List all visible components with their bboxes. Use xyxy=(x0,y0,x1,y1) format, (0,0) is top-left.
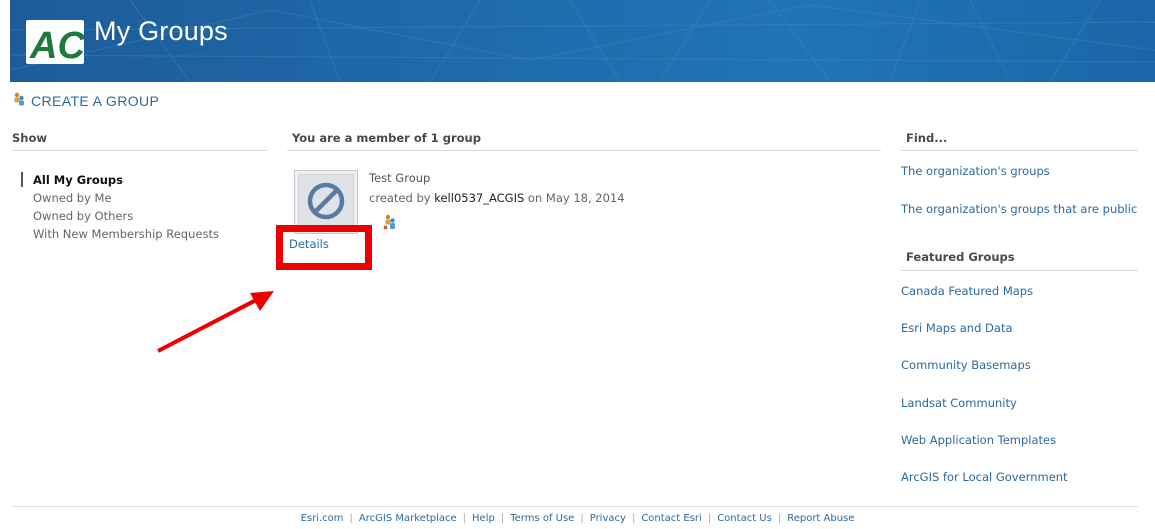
footer-link-contact-esri[interactable]: Contact Esri xyxy=(641,513,702,524)
no-image-icon xyxy=(306,181,346,224)
featured-community-basemaps[interactable]: Community Basemaps xyxy=(901,358,1031,372)
create-group-label: CREATE A GROUP xyxy=(31,92,160,109)
footer-link-marketplace[interactable]: ArcGIS Marketplace xyxy=(359,513,457,524)
footer-separator: | xyxy=(349,513,353,524)
footer-separator: | xyxy=(580,513,584,524)
find-heading: Find... xyxy=(906,131,948,145)
main-divider xyxy=(287,150,881,151)
red-arrow-icon xyxy=(157,291,274,353)
show-heading: Show xyxy=(12,131,47,145)
footer-link-report-abuse[interactable]: Report Abuse xyxy=(787,513,854,524)
featured-local-government[interactable]: ArcGIS for Local Government xyxy=(901,470,1068,484)
footer-link-terms[interactable]: Terms of Use xyxy=(510,513,574,524)
group-created-info: created by kell0537_ACGIS on May 18, 201… xyxy=(369,191,625,205)
page-title: My Groups xyxy=(94,16,228,46)
footer-separator: | xyxy=(707,513,712,524)
member-count-heading: You are a member of 1 group xyxy=(292,131,481,145)
show-divider xyxy=(12,150,267,151)
nav-all-my-groups[interactable]: All My Groups xyxy=(33,171,219,189)
footer-separator: | xyxy=(777,513,782,524)
footer-link-contact-us[interactable]: Contact Us xyxy=(717,513,772,524)
featured-divider xyxy=(901,270,1138,271)
date-prefix: on xyxy=(527,191,543,205)
nav-owned-by-me[interactable]: Owned by Me xyxy=(33,189,219,207)
find-org-groups-link[interactable]: The organization's groups xyxy=(901,164,1050,178)
ac-logo: AC xyxy=(26,20,85,67)
featured-web-app-templates[interactable]: Web Application Templates xyxy=(901,433,1056,447)
footer-separator: | xyxy=(500,513,505,524)
featured-canada-maps[interactable]: Canada Featured Maps xyxy=(901,284,1033,298)
group-owner[interactable]: kell0537_ACGIS xyxy=(434,191,524,205)
nav-new-membership-requests[interactable]: With New Membership Requests xyxy=(33,225,219,243)
featured-esri-maps-data[interactable]: Esri Maps and Data xyxy=(901,321,1013,335)
header-banner: AC My Groups xyxy=(10,0,1155,82)
created-by-text: created by xyxy=(369,191,431,205)
logo-text: AC xyxy=(29,25,84,64)
featured-landsat-community[interactable]: Landsat Community xyxy=(901,396,1017,410)
footer-link-esri[interactable]: Esri.com xyxy=(301,513,344,524)
group-title[interactable]: Test Group xyxy=(369,171,430,185)
nav-owned-by-others[interactable]: Owned by Others xyxy=(33,207,219,225)
footer-separator: | xyxy=(631,513,636,524)
footer-links: Esri.com | ArcGIS Marketplace | Help | Terms o… xyxy=(0,513,1155,524)
active-indicator xyxy=(21,172,23,187)
create-group-button[interactable]: CREATE A GROUP xyxy=(12,92,159,109)
footer-divider xyxy=(12,506,1138,507)
footer-separator: | xyxy=(462,513,467,524)
featured-groups-heading: Featured Groups xyxy=(906,250,1015,264)
group-owner-icon xyxy=(383,214,397,233)
find-org-public-groups-link[interactable]: The organization's groups that are publi… xyxy=(901,202,1137,216)
find-divider xyxy=(901,150,1138,151)
footer-link-privacy[interactable]: Privacy xyxy=(590,513,626,524)
footer-link-help[interactable]: Help xyxy=(472,513,495,524)
created-date: May 18, 2014 xyxy=(545,191,625,205)
group-people-icon xyxy=(12,92,26,109)
highlight-box xyxy=(276,225,372,270)
